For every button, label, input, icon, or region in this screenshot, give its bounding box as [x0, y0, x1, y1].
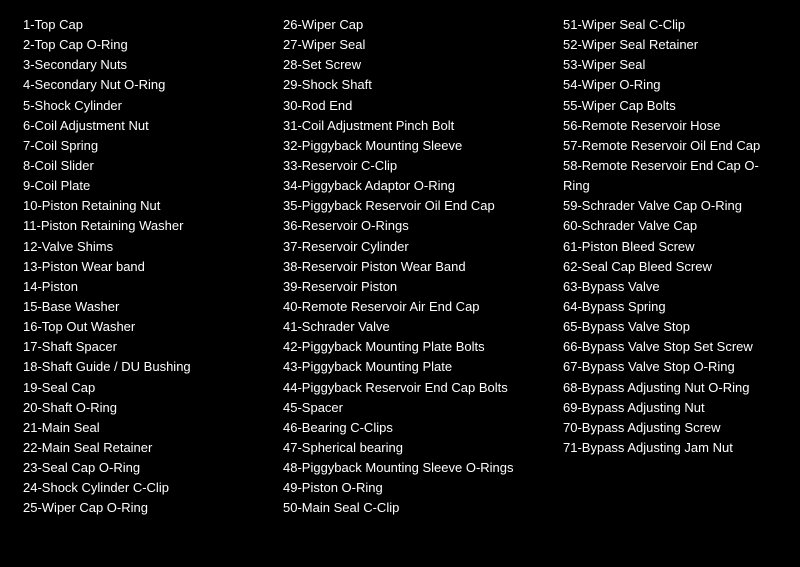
list-item: 33-Reservoir C-Clip — [283, 156, 547, 176]
list-item: 8-Coil Slider — [23, 156, 267, 176]
list-item: 39-Reservoir Piston — [283, 277, 547, 297]
list-item: 70-Bypass Adjusting Screw — [563, 418, 777, 438]
parts-list: 1-Top Cap2-Top Cap O-Ring3-Secondary Nut… — [15, 10, 785, 524]
column-1: 1-Top Cap2-Top Cap O-Ring3-Secondary Nut… — [15, 10, 275, 524]
list-item: 19-Seal Cap — [23, 378, 267, 398]
list-item: 63-Bypass Valve — [563, 277, 777, 297]
list-item: 60-Schrader Valve Cap — [563, 216, 777, 236]
list-item: 42-Piggyback Mounting Plate Bolts — [283, 337, 547, 357]
list-item: 14-Piston — [23, 277, 267, 297]
list-item: 17-Shaft Spacer — [23, 337, 267, 357]
list-item: 56-Remote Reservoir Hose — [563, 116, 777, 136]
list-item: 55-Wiper Cap Bolts — [563, 96, 777, 116]
list-item: 23-Seal Cap O-Ring — [23, 458, 267, 478]
list-item: 58-Remote Reservoir End Cap O-Ring — [563, 156, 777, 196]
list-item: 32-Piggyback Mounting Sleeve — [283, 136, 547, 156]
list-item: 24-Shock Cylinder C-Clip — [23, 478, 267, 498]
column-3: 51-Wiper Seal C-Clip52-Wiper Seal Retain… — [555, 10, 785, 524]
list-item: 30-Rod End — [283, 96, 547, 116]
list-item: 41-Schrader Valve — [283, 317, 547, 337]
list-item: 64-Bypass Spring — [563, 297, 777, 317]
list-item: 10-Piston Retaining Nut — [23, 196, 267, 216]
list-item: 68-Bypass Adjusting Nut O-Ring — [563, 378, 777, 398]
list-item: 53-Wiper Seal — [563, 55, 777, 75]
list-item: 25-Wiper Cap O-Ring — [23, 498, 267, 518]
list-item: 38-Reservoir Piston Wear Band — [283, 257, 547, 277]
list-item: 18-Shaft Guide / DU Bushing — [23, 357, 267, 377]
list-item: 59-Schrader Valve Cap O-Ring — [563, 196, 777, 216]
list-item: 35-Piggyback Reservoir Oil End Cap — [283, 196, 547, 216]
list-item: 26-Wiper Cap — [283, 15, 547, 35]
list-item: 21-Main Seal — [23, 418, 267, 438]
list-item: 4-Secondary Nut O-Ring — [23, 75, 267, 95]
list-item: 7-Coil Spring — [23, 136, 267, 156]
list-item: 47-Spherical bearing — [283, 438, 547, 458]
list-item: 65-Bypass Valve Stop — [563, 317, 777, 337]
list-item: 69-Bypass Adjusting Nut — [563, 398, 777, 418]
list-item: 36-Reservoir O-Rings — [283, 216, 547, 236]
list-item: 40-Remote Reservoir Air End Cap — [283, 297, 547, 317]
list-item: 16-Top Out Washer — [23, 317, 267, 337]
list-item: 22-Main Seal Retainer — [23, 438, 267, 458]
list-item: 2-Top Cap O-Ring — [23, 35, 267, 55]
list-item: 13-Piston Wear band — [23, 257, 267, 277]
list-item: 34-Piggyback Adaptor O-Ring — [283, 176, 547, 196]
list-item: 71-Bypass Adjusting Jam Nut — [563, 438, 777, 458]
list-item: 62-Seal Cap Bleed Screw — [563, 257, 777, 277]
list-item: 31-Coil Adjustment Pinch Bolt — [283, 116, 547, 136]
list-item: 12-Valve Shims — [23, 237, 267, 257]
list-item: 57-Remote Reservoir Oil End Cap — [563, 136, 777, 156]
list-item: 48-Piggyback Mounting Sleeve O-Rings — [283, 458, 547, 478]
list-item: 11-Piston Retaining Washer — [23, 216, 267, 236]
list-item: 43-Piggyback Mounting Plate — [283, 357, 547, 377]
list-item: 66-Bypass Valve Stop Set Screw — [563, 337, 777, 357]
list-item: 37-Reservoir Cylinder — [283, 237, 547, 257]
column-2: 26-Wiper Cap27-Wiper Seal28-Set Screw29-… — [275, 10, 555, 524]
list-item: 27-Wiper Seal — [283, 35, 547, 55]
list-item: 3-Secondary Nuts — [23, 55, 267, 75]
list-item: 15-Base Washer — [23, 297, 267, 317]
list-item: 46-Bearing C-Clips — [283, 418, 547, 438]
list-item: 28-Set Screw — [283, 55, 547, 75]
list-item: 20-Shaft O-Ring — [23, 398, 267, 418]
list-item: 67-Bypass Valve Stop O-Ring — [563, 357, 777, 377]
list-item: 52-Wiper Seal Retainer — [563, 35, 777, 55]
list-item: 49-Piston O-Ring — [283, 478, 547, 498]
list-item: 9-Coil Plate — [23, 176, 267, 196]
list-item: 45-Spacer — [283, 398, 547, 418]
list-item: 54-Wiper O-Ring — [563, 75, 777, 95]
list-item: 1-Top Cap — [23, 15, 267, 35]
list-item: 29-Shock Shaft — [283, 75, 547, 95]
list-item: 5-Shock Cylinder — [23, 96, 267, 116]
list-item: 44-Piggyback Reservoir End Cap Bolts — [283, 378, 547, 398]
list-item: 51-Wiper Seal C-Clip — [563, 15, 777, 35]
list-item: 61-Piston Bleed Screw — [563, 237, 777, 257]
list-item: 50-Main Seal C-Clip — [283, 498, 547, 518]
list-item: 6-Coil Adjustment Nut — [23, 116, 267, 136]
